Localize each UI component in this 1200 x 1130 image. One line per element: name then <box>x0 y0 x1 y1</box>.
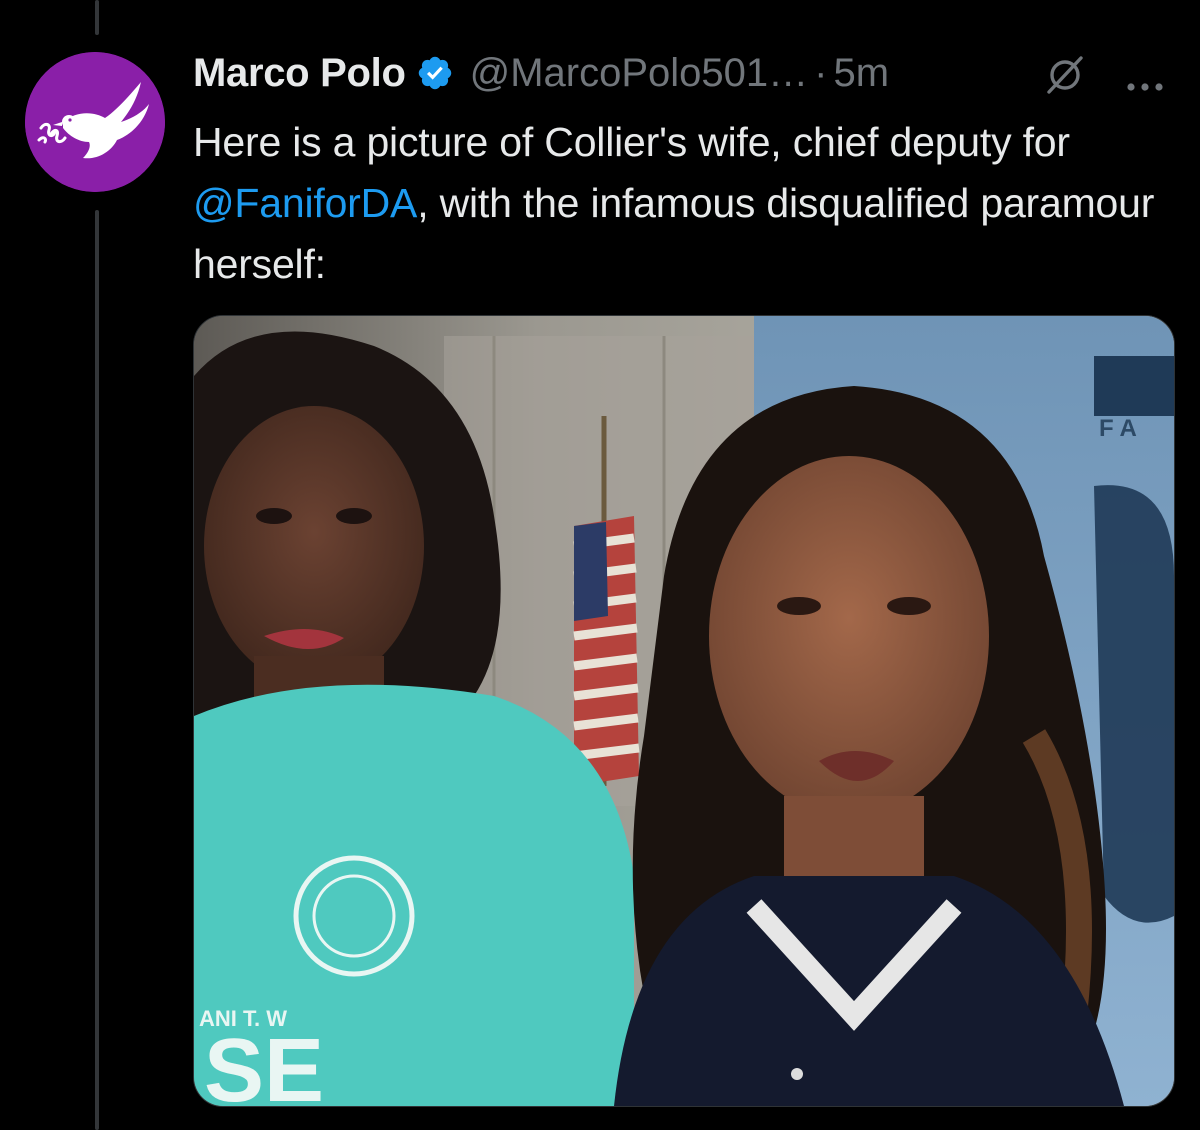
mention-link[interactable]: @FaniforDA <box>193 180 417 226</box>
tweet-text-part-1: Here is a picture of Collier's wife, chi… <box>193 119 1070 165</box>
banner-letters: F A <box>1099 415 1137 442</box>
more-dots-icon[interactable] <box>1123 62 1167 91</box>
avatar[interactable] <box>25 52 165 192</box>
thread-line-bottom <box>95 210 99 1130</box>
verified-badge-icon <box>416 54 454 92</box>
tweet-timestamp[interactable]: 5m <box>833 51 889 96</box>
photo-two-women: F A ANI T. W SE <box>194 316 1174 1106</box>
thread-line-top <box>95 0 99 35</box>
header-separator: · <box>814 50 828 95</box>
author-display-name[interactable]: Marco Polo <box>193 51 406 96</box>
grok-icon[interactable] <box>1043 52 1087 96</box>
tweet-header: Marco Polo @MarcoPolo501… · 5m <box>193 48 1183 98</box>
shirt-logo-text: SE <box>204 1021 324 1106</box>
dove-with-branch-icon <box>25 52 165 192</box>
tweet[interactable]: Marco Polo @MarcoPolo501… · 5m Here is a… <box>0 0 1200 1130</box>
tweet-text: Here is a picture of Collier's wife, chi… <box>193 112 1173 295</box>
tweet-media-photo[interactable]: F A ANI T. W SE <box>193 315 1175 1107</box>
author-handle[interactable]: @MarcoPolo501… <box>470 51 809 96</box>
